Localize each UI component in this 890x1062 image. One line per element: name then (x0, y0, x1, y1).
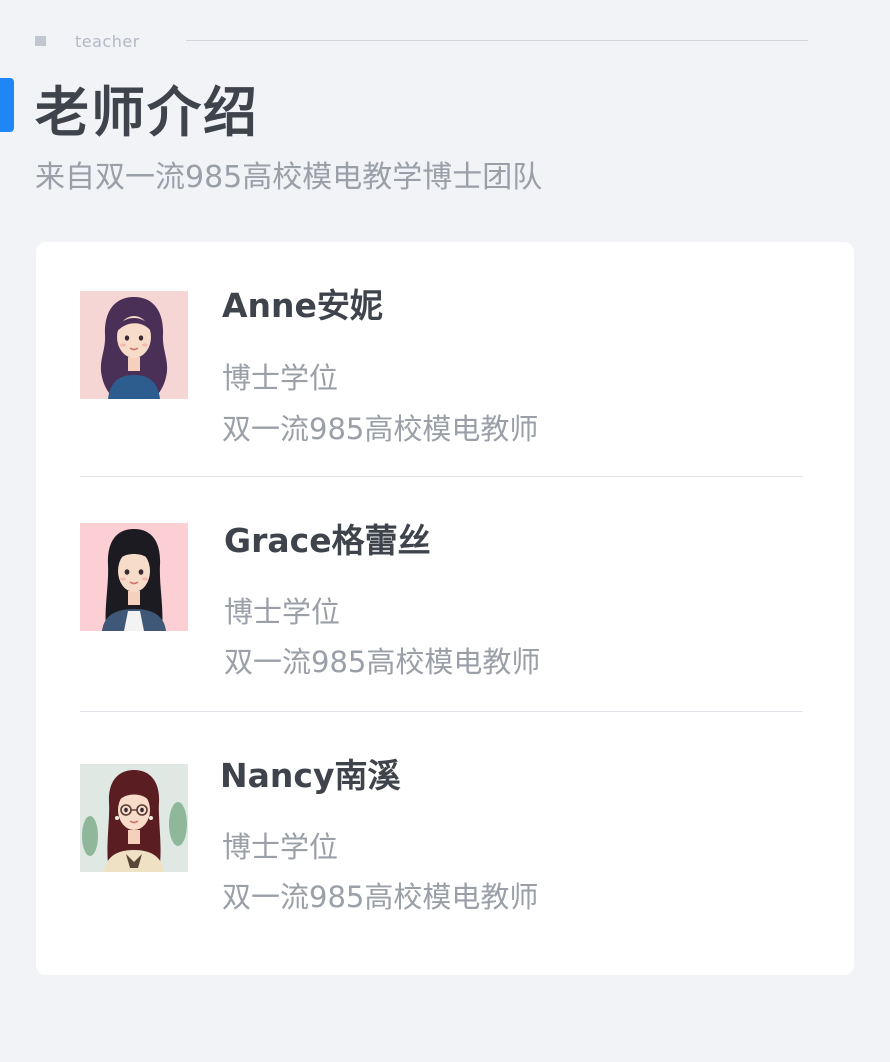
teacher-description: 双一流985高校模电教师 (222, 880, 539, 914)
teacher-name: Grace格蕾丝 (224, 521, 431, 560)
avatar-illustration-icon (80, 291, 188, 399)
teacher-intro-page: teacher 老师介绍 来自双一流985高校模电教学博士团队 Anne安妮 博… (0, 0, 890, 1062)
section-tag: teacher (35, 30, 810, 52)
section-tag-divider (186, 40, 808, 41)
teacher-avatar (80, 764, 188, 872)
tag-square-icon (35, 36, 46, 46)
title-accent-bar (0, 78, 14, 132)
teacher-description: 双一流985高校模电教师 (222, 412, 539, 446)
teacher-list-card: Anne安妮 博士学位 双一流985高校模电教师 Grace格蕾丝 博士学位 双… (36, 242, 854, 975)
page-title: 老师介绍 (35, 81, 259, 144)
page-subtitle: 来自双一流985高校模电教学博士团队 (35, 160, 543, 195)
avatar-illustration-icon (80, 764, 188, 872)
section-tag-label: teacher (75, 32, 140, 51)
teacher-item[interactable]: Nancy南溪 博士学位 双一流985高校模电教师 (36, 711, 854, 914)
teacher-description: 双一流985高校模电教师 (224, 645, 541, 679)
teacher-avatar (80, 523, 188, 631)
teacher-item[interactable]: Grace格蕾丝 博士学位 双一流985高校模电教师 (36, 476, 854, 679)
teacher-name: Nancy南溪 (220, 756, 401, 795)
avatar-illustration-icon (80, 523, 188, 631)
teacher-name: Anne安妮 (222, 286, 383, 325)
teacher-item[interactable]: Anne安妮 博士学位 双一流985高校模电教师 (36, 242, 854, 446)
teacher-degree: 博士学位 (222, 361, 339, 395)
teacher-degree: 博士学位 (224, 595, 341, 629)
teacher-degree: 博士学位 (222, 830, 339, 864)
teacher-avatar (80, 291, 188, 399)
